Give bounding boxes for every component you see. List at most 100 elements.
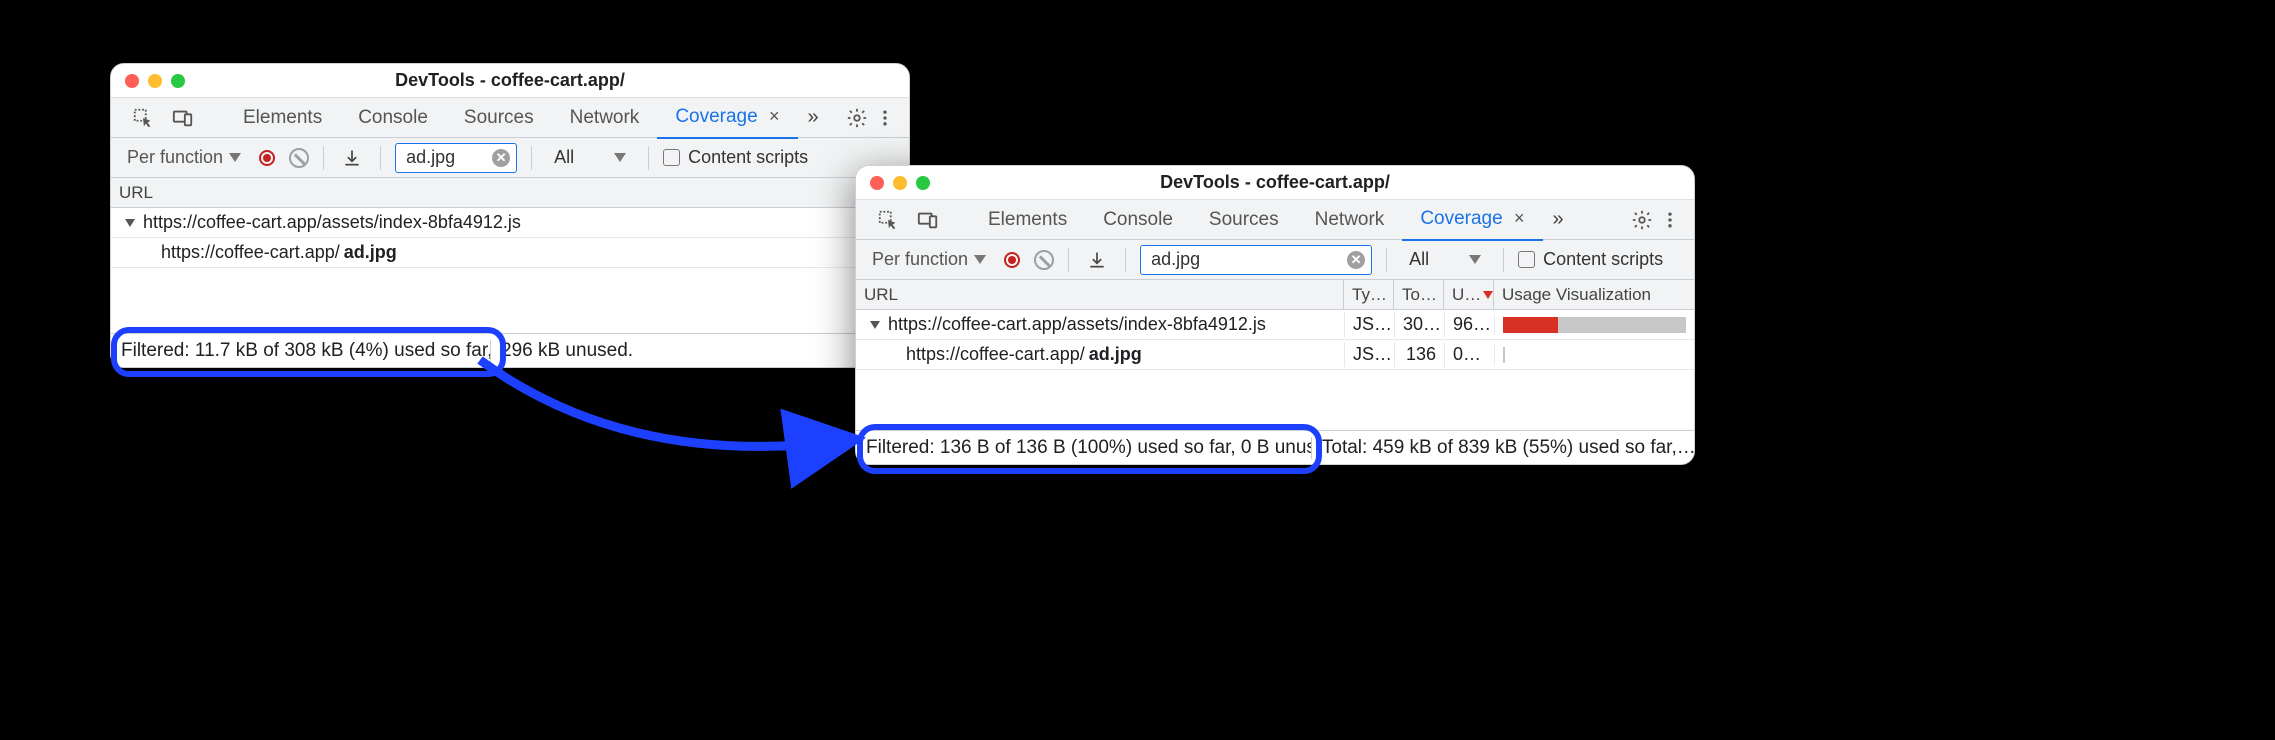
export-icon[interactable] <box>338 144 366 172</box>
chevron-down-icon <box>974 255 986 264</box>
more-options-icon[interactable] <box>1656 206 1684 234</box>
record-icon[interactable] <box>259 150 275 166</box>
inspect-element-icon[interactable] <box>129 104 157 132</box>
tab-label: Coverage <box>675 106 757 127</box>
disclosure-icon[interactable] <box>125 219 135 227</box>
tab-console[interactable]: Console <box>340 98 446 138</box>
record-icon[interactable] <box>1004 252 1020 268</box>
type-filter-select[interactable]: All <box>546 147 634 168</box>
type-filter-select[interactable]: All <box>1401 249 1489 270</box>
clear-filter-icon[interactable]: ✕ <box>1347 251 1365 269</box>
chevron-down-icon <box>614 153 626 162</box>
checkbox-icon <box>663 149 680 166</box>
granularity-select[interactable]: Per function <box>868 249 990 270</box>
status-tail: 296 kB unused. <box>491 340 643 362</box>
url-prefix: https://coffee-cart.app/ <box>906 344 1085 365</box>
separator <box>323 146 324 170</box>
status-filtered: Filtered: 136 B of 136 B (100%) used so … <box>856 437 1312 459</box>
col-total[interactable]: To… <box>1394 280 1444 309</box>
tab-sources[interactable]: Sources <box>446 98 552 138</box>
cell-total: 136 <box>1394 342 1444 367</box>
window-title: DevTools - coffee-cart.app/ <box>870 172 1680 193</box>
devtools-window-before: DevTools - coffee-cart.app/ Elements Con… <box>110 63 910 368</box>
settings-icon[interactable] <box>843 104 871 132</box>
inspect-element-icon[interactable] <box>874 206 902 234</box>
cell-type: JS… <box>1344 312 1394 337</box>
close-tab-icon[interactable]: × <box>1514 208 1525 228</box>
table-header: URL Ty… To… U… Usage Visualization <box>856 280 1694 310</box>
url-match: ad.jpg <box>1089 344 1142 365</box>
table-row[interactable]: https://coffee-cart.app/assets/index-8bf… <box>856 310 1694 340</box>
devtools-window-after: DevTools - coffee-cart.app/ Elements Con… <box>855 165 1695 465</box>
tab-console[interactable]: Console <box>1085 200 1191 240</box>
table-header: URL <box>111 178 909 208</box>
export-icon[interactable] <box>1083 246 1111 274</box>
table-row[interactable]: https://coffee-cart.app/ad.jpg JS… 136 0… <box>856 340 1694 370</box>
separator <box>1503 248 1504 272</box>
tab-sources[interactable]: Sources <box>1191 200 1297 240</box>
separator <box>648 146 649 170</box>
url-filter-input[interactable]: ad.jpg ✕ <box>1140 245 1372 275</box>
disclosure-icon[interactable] <box>870 321 880 329</box>
annotation-arrow-icon <box>450 350 890 490</box>
cell-unused: 96… <box>1444 312 1494 337</box>
titlebar: DevTools - coffee-cart.app/ <box>856 166 1694 200</box>
cell-usage-viz <box>1494 345 1694 365</box>
tabbar: Elements Console Sources Network Coverag… <box>856 200 1694 240</box>
type-label: All <box>554 147 574 168</box>
device-toolbar-icon[interactable] <box>914 206 942 234</box>
coverage-toolbar: Per function ad.jpg ✕ All Content script… <box>111 138 909 178</box>
url-filter-input[interactable]: ad.jpg ✕ <box>395 143 517 173</box>
content-scripts-label: Content scripts <box>688 147 808 168</box>
col-unused[interactable]: U… <box>1444 280 1494 309</box>
more-tabs-icon[interactable]: » <box>1543 208 1570 231</box>
more-options-icon[interactable] <box>871 104 899 132</box>
close-tab-icon[interactable]: × <box>769 106 780 126</box>
col-url[interactable]: URL <box>111 178 909 207</box>
tab-label: Coverage <box>1420 208 1502 229</box>
tab-coverage[interactable]: Coverage × <box>1402 198 1542 241</box>
tab-network[interactable]: Network <box>1297 200 1403 240</box>
clear-icon[interactable] <box>289 148 309 168</box>
col-usage-viz[interactable]: Usage Visualization <box>1494 280 1694 309</box>
table-row[interactable]: https://coffee-cart.app/ad.jpg <box>111 238 909 268</box>
chevron-down-icon <box>229 153 241 162</box>
status-bar: Filtered: 136 B of 136 B (100%) used so … <box>856 430 1694 464</box>
settings-icon[interactable] <box>1628 206 1656 234</box>
separator <box>1125 248 1126 272</box>
tab-elements[interactable]: Elements <box>225 98 340 138</box>
status-total: Total: 459 kB of 839 kB (55%) used so fa… <box>1312 437 1694 459</box>
separator <box>380 146 381 170</box>
separator <box>1068 248 1069 272</box>
device-toolbar-icon[interactable] <box>169 104 197 132</box>
tab-elements[interactable]: Elements <box>970 200 1085 240</box>
cell-total: 30… <box>1394 312 1444 337</box>
granularity-select[interactable]: Per function <box>123 147 245 168</box>
checkbox-icon <box>1518 251 1535 268</box>
table-body: https://coffee-cart.app/assets/index-8bf… <box>111 208 909 268</box>
status-bar: Filtered: 11.7 kB of 308 kB (4%) used so… <box>111 333 909 367</box>
cell-unused: 0… <box>1444 342 1494 367</box>
content-scripts-toggle[interactable]: Content scripts <box>663 147 808 168</box>
clear-icon[interactable] <box>1034 250 1054 270</box>
cell-type: JS… <box>1344 342 1394 367</box>
clear-filter-icon[interactable]: ✕ <box>492 149 510 167</box>
granularity-label: Per function <box>127 147 223 168</box>
table-row[interactable]: https://coffee-cart.app/assets/index-8bf… <box>111 208 909 238</box>
content-scripts-toggle[interactable]: Content scripts <box>1518 249 1663 270</box>
separator <box>1386 248 1387 272</box>
col-type[interactable]: Ty… <box>1344 280 1394 309</box>
col-url[interactable]: URL <box>856 280 1344 309</box>
filter-value: ad.jpg <box>1151 249 1221 270</box>
url-prefix: https://coffee-cart.app/ <box>161 242 340 263</box>
filter-value: ad.jpg <box>406 147 476 168</box>
cell-usage-viz <box>1494 315 1694 335</box>
separator <box>531 146 532 170</box>
url-match: ad.jpg <box>344 242 397 263</box>
status-filtered: Filtered: 11.7 kB of 308 kB (4%) used so… <box>111 340 491 362</box>
sort-desc-icon <box>1483 291 1493 299</box>
tab-coverage[interactable]: Coverage × <box>657 96 797 139</box>
titlebar: DevTools - coffee-cart.app/ <box>111 64 909 98</box>
more-tabs-icon[interactable]: » <box>798 106 825 129</box>
tab-network[interactable]: Network <box>552 98 658 138</box>
